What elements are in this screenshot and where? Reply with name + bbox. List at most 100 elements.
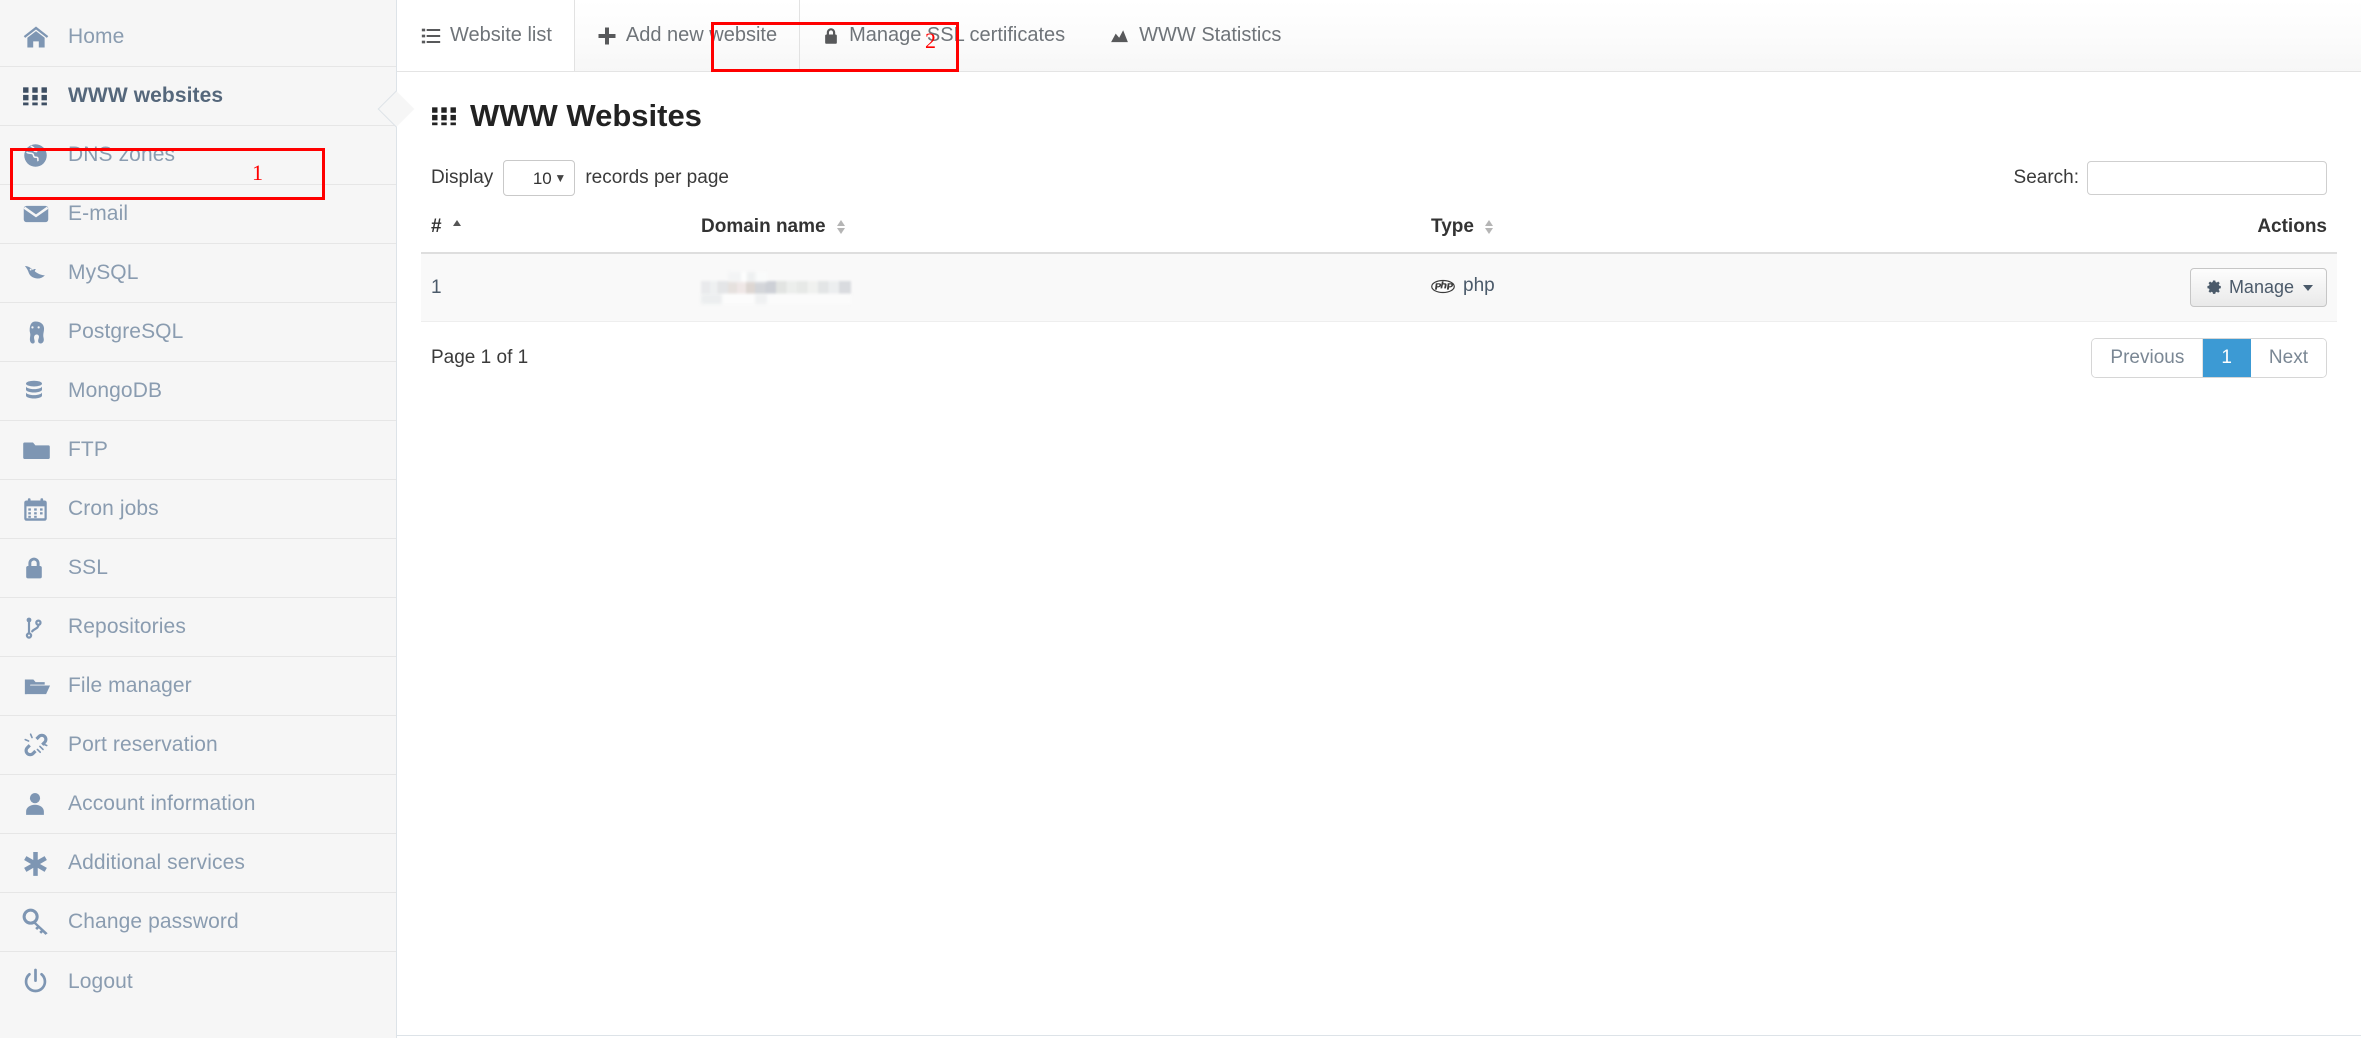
elephant-icon bbox=[22, 319, 68, 346]
dolphin-icon bbox=[22, 259, 68, 287]
search-label: Search: bbox=[2014, 167, 2079, 189]
tab-add-new-website[interactable]: Add new website bbox=[575, 0, 800, 71]
pagination-page-1[interactable]: 1 bbox=[2203, 339, 2251, 377]
pagination-next[interactable]: Next bbox=[2251, 339, 2326, 377]
gear-icon bbox=[2204, 276, 2222, 299]
col-header-type-label: Type bbox=[1431, 216, 1474, 237]
sidebar-item-change-password[interactable]: Change password bbox=[0, 893, 396, 952]
cell-domain-name bbox=[691, 253, 1421, 322]
tab-label: Manage SSL certificates bbox=[849, 24, 1065, 47]
plus-icon bbox=[597, 26, 617, 46]
col-header-domain[interactable]: Domain name bbox=[691, 210, 1421, 253]
sort-icon bbox=[837, 220, 846, 234]
sidebar-item-label: Account information bbox=[68, 792, 256, 816]
records-per-page-wrap: 102550100 ▼ bbox=[503, 160, 575, 196]
cell-type: php bbox=[1421, 253, 1739, 322]
tab-bar: Website list Add new website Manage SSL ce… bbox=[397, 0, 2361, 72]
col-header-actions-label: Actions bbox=[2257, 216, 2327, 237]
sidebar-item-label: MySQL bbox=[68, 261, 139, 285]
pagination: Previous 1 Next bbox=[2091, 338, 2327, 378]
table-head: # Domain name Type Actions bbox=[421, 210, 2337, 253]
sidebar-item-ftp[interactable]: FTP bbox=[0, 421, 396, 480]
tab-website-list[interactable]: Website list bbox=[397, 0, 575, 71]
sidebar-item-repositories[interactable]: Repositories bbox=[0, 598, 396, 657]
search-input[interactable] bbox=[2087, 161, 2327, 195]
table-header-row: # Domain name Type Actions bbox=[421, 210, 2337, 253]
tab-manage-ssl-certificates[interactable]: Manage SSL certificates bbox=[800, 0, 1087, 71]
sidebar-item-label: MongoDB bbox=[68, 379, 162, 403]
pagination-previous[interactable]: Previous bbox=[2092, 339, 2203, 377]
sidebar-item-account-information[interactable]: Account information bbox=[0, 775, 396, 834]
sidebar-item-cron-jobs[interactable]: Cron jobs bbox=[0, 480, 396, 539]
calendar-icon bbox=[22, 496, 68, 523]
main-panel: Website list Add new website Manage SSL ce… bbox=[396, 0, 2361, 1038]
table-toolbar: Display 102550100 ▼ records per page Sea… bbox=[421, 150, 2337, 210]
sidebar-item-home[interactable]: Home bbox=[0, 8, 396, 67]
grid-icon bbox=[431, 103, 457, 129]
tab-label: WWW Statistics bbox=[1139, 24, 1281, 47]
redacted-domain-name bbox=[701, 281, 851, 294]
tab-label: Website list bbox=[450, 24, 552, 47]
sidebar-item-label: DNS zones bbox=[68, 143, 175, 167]
sidebar-item-label: E-mail bbox=[68, 202, 128, 226]
app-root: Home WWW websites DNS zones E-mail MySQL Post… bbox=[0, 0, 2361, 1038]
sort-ascending-icon bbox=[453, 220, 462, 234]
sidebar-item-port-reservation[interactable]: Port reservation bbox=[0, 716, 396, 775]
records-per-page-select[interactable]: 102550100 bbox=[503, 160, 575, 196]
caret-down-icon bbox=[2303, 285, 2313, 291]
sidebar-item-mysql[interactable]: MySQL bbox=[0, 244, 396, 303]
grid-icon bbox=[22, 83, 68, 109]
sidebar-item-label: Home bbox=[68, 25, 124, 49]
sidebar-item-ssl[interactable]: SSL bbox=[0, 539, 396, 598]
list-icon bbox=[421, 26, 441, 46]
tab-www-statistics[interactable]: WWW Statistics bbox=[1087, 0, 1303, 71]
col-header-type[interactable]: Type bbox=[1421, 210, 1739, 253]
database-icon bbox=[22, 378, 68, 404]
folder-icon bbox=[22, 436, 68, 465]
display-label: Display bbox=[431, 167, 493, 189]
sidebar-item-dns-zones[interactable]: DNS zones bbox=[0, 126, 396, 185]
sidebar-item-additional-services[interactable]: Additional services bbox=[0, 834, 396, 893]
col-header-domain-label: Domain name bbox=[701, 216, 826, 237]
sidebar-item-file-manager[interactable]: File manager bbox=[0, 657, 396, 716]
sidebar-item-label: SSL bbox=[68, 556, 108, 580]
websites-table: # Domain name Type Actions bbox=[421, 210, 2337, 322]
manage-button[interactable]: Manage bbox=[2190, 268, 2327, 307]
code-branch-icon bbox=[22, 614, 68, 641]
sort-icon bbox=[1485, 220, 1494, 234]
sidebar-item-label: FTP bbox=[68, 438, 108, 462]
chart-area-icon bbox=[1109, 26, 1130, 45]
sidebar-item-label: File manager bbox=[68, 674, 192, 698]
col-header-number-label: # bbox=[431, 216, 442, 237]
sidebar-item-label: Change password bbox=[68, 910, 239, 934]
type-label: php bbox=[1463, 275, 1495, 297]
sidebar-item-mongodb[interactable]: MongoDB bbox=[0, 362, 396, 421]
php-icon bbox=[1431, 279, 1455, 294]
lock-icon bbox=[22, 555, 68, 581]
sidebar-item-logout[interactable]: Logout bbox=[0, 952, 396, 1011]
records-label: records per page bbox=[585, 167, 729, 189]
content-area: WWW Websites Display 102550100 ▼ records… bbox=[397, 72, 2361, 378]
table-footer: Page 1 of 1 Previous 1 Next bbox=[421, 322, 2337, 378]
tab-label: Add new website bbox=[626, 24, 777, 47]
cell-number: 1 bbox=[421, 253, 691, 322]
display-length-group: Display 102550100 ▼ records per page bbox=[431, 160, 729, 196]
sidebar-item-label: Additional services bbox=[68, 851, 245, 875]
sidebar-item-e-mail[interactable]: E-mail bbox=[0, 185, 396, 244]
sidebar-item-postgresql[interactable]: PostgreSQL bbox=[0, 303, 396, 362]
col-header-number[interactable]: # bbox=[421, 210, 691, 253]
folder-open-icon bbox=[22, 672, 68, 700]
sidebar-item-label: Port reservation bbox=[68, 733, 218, 757]
sidebar-item-label: Repositories bbox=[68, 615, 186, 639]
col-header-actions: Actions bbox=[1739, 210, 2337, 253]
globe-icon bbox=[22, 142, 68, 169]
user-icon bbox=[22, 790, 68, 818]
search-group: Search: bbox=[2014, 161, 2327, 195]
page-info: Page 1 of 1 bbox=[431, 347, 528, 369]
key-icon bbox=[22, 908, 68, 936]
manage-button-label: Manage bbox=[2229, 277, 2294, 298]
envelope-icon bbox=[22, 200, 68, 228]
page-title-text: WWW Websites bbox=[470, 98, 702, 134]
sidebar-item-www-websites[interactable]: WWW websites bbox=[0, 67, 396, 126]
sidebar-item-label: Logout bbox=[68, 970, 133, 994]
